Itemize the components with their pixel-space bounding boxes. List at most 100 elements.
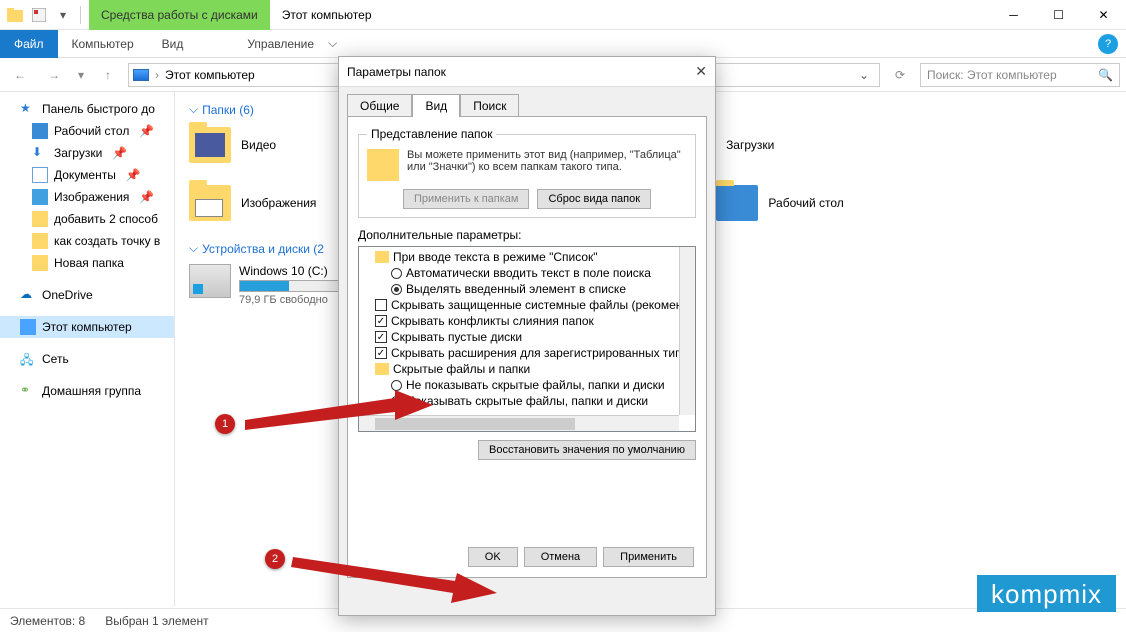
picture-icon <box>32 189 48 205</box>
ribbon-collapse-icon[interactable]: ⌵ <box>328 36 337 51</box>
qat-properties-icon[interactable] <box>28 4 50 26</box>
pc-icon <box>20 319 36 335</box>
folder-icon <box>375 251 389 263</box>
tab-view[interactable]: Вид <box>148 30 198 58</box>
fieldset-legend: Представление папок <box>367 127 496 141</box>
folder-desktop[interactable]: Рабочий стол <box>716 185 843 221</box>
tab-general[interactable]: Общие <box>347 94 412 117</box>
folder-view-fieldset: Представление папок Вы можете применить … <box>358 127 696 218</box>
dialog-title: Параметры папок <box>347 65 446 79</box>
up-button[interactable]: ↑ <box>94 62 122 88</box>
sidebar-item-documents[interactable]: Документы📌 <box>0 164 174 186</box>
drive-free-text: 79,9 ГБ свободно <box>239 294 349 306</box>
window-title: Этот компьютер <box>270 8 384 22</box>
close-button[interactable]: ✕ <box>1081 0 1126 29</box>
search-input[interactable]: Поиск: Этот компьютер 🔍 <box>920 63 1120 87</box>
tab-view-dialog[interactable]: Вид <box>412 94 460 117</box>
tab-search[interactable]: Поиск <box>460 94 519 117</box>
dialog-close-icon[interactable]: ✕ <box>695 63 707 80</box>
pin-icon: 📌 <box>139 124 154 138</box>
explorer-icon <box>4 4 26 26</box>
sidebar-onedrive[interactable]: ☁OneDrive <box>0 284 174 306</box>
folder-icon <box>716 185 758 221</box>
sidebar-item-folder3[interactable]: Новая папка <box>0 252 174 274</box>
dialog-buttons: OK Отмена Применить <box>468 547 694 567</box>
minimize-button[interactable]: ─ <box>991 0 1036 29</box>
radio-unchecked[interactable] <box>391 268 402 279</box>
chevron-down-icon: ⌵ <box>189 241 198 256</box>
folder-icon <box>189 185 231 221</box>
dialog-body: Представление папок Вы можете применить … <box>347 116 707 578</box>
apply-to-folders-button[interactable]: Применить к папкам <box>403 189 530 209</box>
apply-button[interactable]: Применить <box>603 547 694 567</box>
tree-vscrollbar[interactable] <box>679 247 695 415</box>
pin-icon: 📌 <box>126 168 141 182</box>
ribbon: Файл Компьютер Вид Управление ⌵ ? <box>0 30 1126 58</box>
star-icon: ★ <box>20 101 36 117</box>
radio-checked[interactable] <box>391 284 402 295</box>
radio-unchecked[interactable] <box>391 380 402 391</box>
folder-video[interactable]: Видео <box>189 125 276 165</box>
folder-pictures[interactable]: Изображения <box>189 185 316 221</box>
checkbox-checked[interactable]: ✓ <box>375 315 387 327</box>
tab-manage[interactable]: Управление <box>233 30 328 58</box>
radio-checked-show-hidden[interactable] <box>391 396 402 407</box>
qat-dropdown-icon[interactable]: ▾ <box>52 4 74 26</box>
download-icon: ⬇ <box>32 145 48 161</box>
search-placeholder: Поиск: Этот компьютер <box>927 68 1057 82</box>
pc-icon <box>133 69 149 81</box>
ok-button[interactable]: OK <box>468 547 518 567</box>
folder-icon <box>32 233 48 249</box>
sidebar-network[interactable]: 🖧Сеть <box>0 348 174 370</box>
folder-icon <box>32 255 48 271</box>
sidebar-item-folder2[interactable]: как создать точку в <box>0 230 174 252</box>
fieldset-text: Вы можете применить этот вид (например, … <box>407 149 687 181</box>
search-icon: 🔍 <box>1098 68 1113 82</box>
drive-usage-bar <box>239 280 349 292</box>
cancel-button[interactable]: Отмена <box>524 547 597 567</box>
folder-icon <box>375 363 389 375</box>
checkbox-unchecked[interactable] <box>375 299 387 311</box>
restore-defaults-button[interactable]: Восстановить значения по умолчанию <box>478 440 696 460</box>
folder-icon <box>189 127 231 163</box>
back-button[interactable]: ← <box>6 62 34 88</box>
sidebar-item-folder1[interactable]: добавить 2 способ <box>0 208 174 230</box>
sidebar-item-pictures[interactable]: Изображения📌 <box>0 186 174 208</box>
forward-button[interactable]: → <box>40 62 68 88</box>
tab-computer[interactable]: Компьютер <box>58 30 148 58</box>
maximize-button[interactable]: ☐ <box>1036 0 1081 29</box>
folder-view-icon <box>367 149 399 181</box>
tab-file[interactable]: Файл <box>0 30 58 58</box>
titlebar: ▾ Средства работы с дисками Этот компьют… <box>0 0 1126 30</box>
document-icon <box>32 167 48 183</box>
pin-icon: 📌 <box>112 146 127 160</box>
help-icon[interactable]: ? <box>1098 34 1118 54</box>
address-path: Этот компьютер <box>165 68 255 82</box>
pin-icon: 📌 <box>139 190 154 204</box>
sidebar-homegroup[interactable]: ⚭Домашняя группа <box>0 380 174 402</box>
window-controls: ─ ☐ ✕ <box>991 0 1126 29</box>
status-selected: Выбран 1 элемент <box>105 614 208 628</box>
advanced-label: Дополнительные параметры: <box>358 228 696 242</box>
homegroup-icon: ⚭ <box>20 383 36 399</box>
dialog-titlebar: Параметры папок ✕ <box>339 57 715 87</box>
sidebar-quick-access[interactable]: ★Панель быстрого до <box>0 98 174 120</box>
quick-access-toolbar: ▾ <box>0 4 89 26</box>
reset-folders-button[interactable]: Сброс вида папок <box>537 189 651 209</box>
chevron-down-icon: ⌵ <box>189 102 198 117</box>
checkbox-checked[interactable]: ✓ <box>375 347 387 359</box>
sidebar-this-pc[interactable]: Этот компьютер <box>0 316 174 338</box>
folder-icon <box>32 211 48 227</box>
address-dropdown-icon[interactable]: ⌄ <box>853 68 875 82</box>
sidebar-item-downloads[interactable]: ⬇Загрузки📌 <box>0 142 174 164</box>
checkbox-checked[interactable]: ✓ <box>375 331 387 343</box>
sidebar: ★Панель быстрого до Рабочий стол📌 ⬇Загру… <box>0 92 175 606</box>
history-dropdown[interactable]: ▾ <box>74 62 88 88</box>
onedrive-icon: ☁ <box>20 287 36 303</box>
tree-hscrollbar[interactable] <box>359 415 679 431</box>
disk-tools-tab[interactable]: Средства работы с дисками <box>89 0 270 30</box>
drive-icon <box>189 264 231 298</box>
sidebar-item-desktop[interactable]: Рабочий стол📌 <box>0 120 174 142</box>
refresh-button[interactable]: ⟳ <box>886 62 914 88</box>
advanced-tree[interactable]: При вводе текста в режиме "Список" Автом… <box>358 246 696 432</box>
